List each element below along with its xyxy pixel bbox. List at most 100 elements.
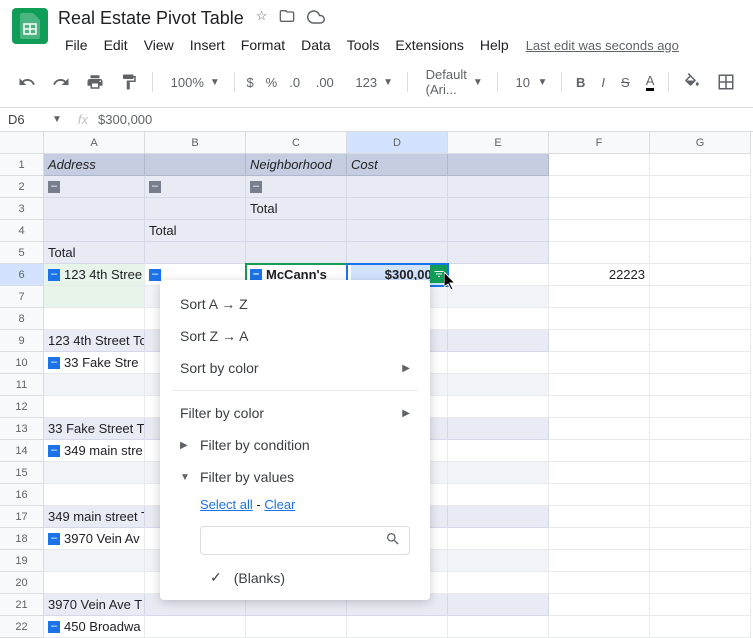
collapse-icon[interactable]: – <box>48 445 60 457</box>
row-header[interactable]: 6 <box>0 264 44 286</box>
print-button[interactable] <box>80 69 110 95</box>
pivot-subtotal[interactable]: 123 4th Street To <box>44 330 145 352</box>
text-color-button[interactable]: A <box>640 69 661 95</box>
move-icon[interactable] <box>279 8 295 29</box>
filter-search-box[interactable] <box>200 526 410 555</box>
sort-za[interactable]: Sort Z → A <box>160 320 430 352</box>
row-header[interactable]: 15 <box>0 462 44 484</box>
collapse-icon[interactable]: – <box>48 357 60 369</box>
collapse-icon[interactable]: – <box>48 621 60 633</box>
total-label[interactable]: Total <box>246 198 347 220</box>
row-header[interactable]: 17 <box>0 506 44 528</box>
row-header[interactable]: 18 <box>0 528 44 550</box>
row-header[interactable]: 5 <box>0 242 44 264</box>
strike-button[interactable]: S <box>615 71 636 94</box>
sort-by-color[interactable]: Sort by color▶ <box>160 352 430 384</box>
redo-button[interactable] <box>46 69 76 95</box>
row-header[interactable]: 13 <box>0 418 44 440</box>
collapse-icon[interactable]: – <box>250 181 262 193</box>
last-edit-link[interactable]: Last edit was seconds ago <box>526 38 679 53</box>
pivot-subtotal[interactable]: 3970 Vein Ave T <box>44 594 145 616</box>
col-header-b[interactable]: B <box>145 132 246 154</box>
filter-value-blanks[interactable]: ✓(Blanks) <box>160 563 430 592</box>
namebox-dropdown-icon[interactable]: ▼ <box>52 114 68 125</box>
pivot-header[interactable] <box>145 154 246 176</box>
filter-by-condition[interactable]: ▶Filter by condition <box>160 429 430 461</box>
filter-button[interactable] <box>430 265 448 283</box>
font-dropdown[interactable]: Default (Ari...▼ <box>416 63 489 101</box>
row-header[interactable]: 12 <box>0 396 44 418</box>
zoom-dropdown[interactable]: 100%▼ <box>161 71 226 94</box>
undo-button[interactable] <box>12 69 42 95</box>
currency-button[interactable]: $ <box>242 75 257 90</box>
font-size-dropdown[interactable]: 10▼ <box>505 71 553 94</box>
name-box[interactable]: D6 <box>0 112 52 127</box>
pivot-row[interactable]: –123 4th Stree <box>44 264 145 286</box>
pivot-header[interactable]: Cost <box>347 154 448 176</box>
row-header[interactable]: 4 <box>0 220 44 242</box>
menu-extensions[interactable]: Extensions <box>388 33 470 57</box>
sort-az[interactable]: Sort A → Z <box>160 288 430 320</box>
pivot-header[interactable] <box>448 154 549 176</box>
total-label[interactable]: Total <box>145 220 246 242</box>
percent-button[interactable]: % <box>262 75 282 90</box>
row-header[interactable]: 8 <box>0 308 44 330</box>
filter-by-color[interactable]: Filter by color▶ <box>160 397 430 429</box>
menu-format[interactable]: Format <box>234 33 292 57</box>
paint-format-button[interactable] <box>114 69 144 95</box>
menu-tools[interactable]: Tools <box>340 33 387 57</box>
collapse-icon[interactable]: – <box>48 533 60 545</box>
sheets-logo[interactable] <box>12 8 48 44</box>
select-all-link[interactable]: Select all <box>200 497 253 512</box>
italic-button[interactable]: I <box>595 71 611 94</box>
row-header[interactable]: 21 <box>0 594 44 616</box>
row-header[interactable]: 22 <box>0 616 44 638</box>
collapse-icon[interactable]: – <box>149 269 161 281</box>
star-icon[interactable]: ☆ <box>256 8 268 29</box>
menu-data[interactable]: Data <box>294 33 338 57</box>
row-header[interactable]: 9 <box>0 330 44 352</box>
dec-increase-button[interactable]: .00 <box>312 75 342 90</box>
collapse-icon[interactable]: – <box>48 181 60 193</box>
filter-by-values[interactable]: ▼Filter by values <box>160 461 430 493</box>
row-header[interactable]: 2 <box>0 176 44 198</box>
fill-color-button[interactable] <box>677 69 707 95</box>
dec-decrease-button[interactable]: .0 <box>285 75 307 90</box>
row-header[interactable]: 1 <box>0 154 44 176</box>
cloud-icon[interactable] <box>307 8 325 29</box>
row-header[interactable]: 20 <box>0 572 44 594</box>
row-header[interactable]: 19 <box>0 550 44 572</box>
pivot-subtotal[interactable]: 33 Fake Street T <box>44 418 145 440</box>
doc-title[interactable]: Real Estate Pivot Table <box>58 8 244 29</box>
menu-help[interactable]: Help <box>473 33 516 57</box>
col-header-a[interactable]: A <box>44 132 145 154</box>
formula-bar[interactable]: $300,000 <box>98 112 152 127</box>
row-header[interactable]: 14 <box>0 440 44 462</box>
collapse-icon[interactable]: – <box>149 181 161 193</box>
select-all-corner[interactable] <box>0 132 44 154</box>
col-header-g[interactable]: G <box>650 132 751 154</box>
row-header[interactable]: 16 <box>0 484 44 506</box>
pivot-subtotal[interactable]: 349 main street T <box>44 506 145 528</box>
filter-search-input[interactable] <box>209 533 385 548</box>
more-formats-dropdown[interactable]: 123▼ <box>345 71 399 94</box>
menu-file[interactable]: File <box>58 33 95 57</box>
cell[interactable]: 22223 <box>549 264 650 286</box>
row-header[interactable]: 11 <box>0 374 44 396</box>
clear-link[interactable]: Clear <box>264 497 295 512</box>
menu-view[interactable]: View <box>137 33 181 57</box>
pivot-header[interactable]: Neighborhood <box>246 154 347 176</box>
col-header-e[interactable]: E <box>448 132 549 154</box>
row-header[interactable]: 7 <box>0 286 44 308</box>
collapse-icon[interactable]: – <box>250 269 262 281</box>
total-label[interactable]: Total <box>44 242 145 264</box>
row-header[interactable]: 3 <box>0 198 44 220</box>
borders-button[interactable] <box>711 69 741 95</box>
bold-button[interactable]: B <box>570 71 591 94</box>
col-header-f[interactable]: F <box>549 132 650 154</box>
menu-edit[interactable]: Edit <box>97 33 135 57</box>
col-header-d[interactable]: D <box>347 132 448 154</box>
col-header-c[interactable]: C <box>246 132 347 154</box>
pivot-header[interactable]: Address <box>44 154 145 176</box>
collapse-icon[interactable]: – <box>48 269 60 281</box>
